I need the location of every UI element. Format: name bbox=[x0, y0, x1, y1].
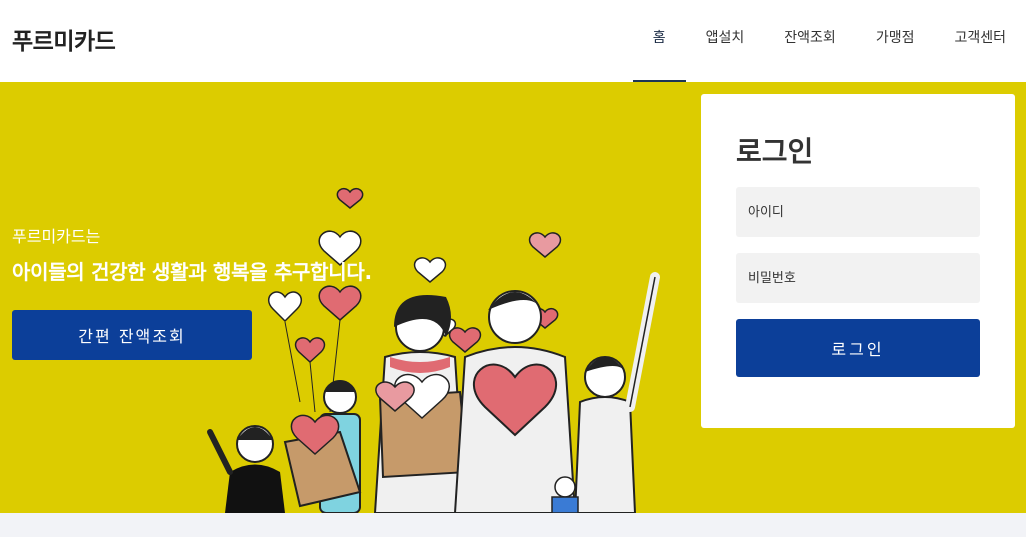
main-nav: 홈 앱설치 잔액조회 가맹점 고객센터 bbox=[632, 0, 1026, 82]
id-input[interactable] bbox=[736, 187, 980, 237]
password-input[interactable] bbox=[736, 253, 980, 303]
nav-item-home[interactable]: 홈 bbox=[632, 0, 686, 82]
login-panel: 로그인 로그인 bbox=[701, 94, 1015, 428]
site-logo[interactable]: 푸르미카드 bbox=[12, 22, 116, 56]
nav-item-balance-check[interactable]: 잔액조회 bbox=[764, 0, 856, 82]
family-hearts-illustration bbox=[207, 188, 660, 513]
nav-item-merchants[interactable]: 가맹점 bbox=[856, 0, 935, 82]
site-header: 푸르미카드 홈 앱설치 잔액조회 가맹점 고객센터 bbox=[0, 0, 1026, 82]
hero-title: 아이들의 건강한 생활과 행복을 추구합니다. bbox=[12, 260, 372, 284]
hero-subtitle: 푸르미카드는 bbox=[12, 227, 101, 246]
login-button[interactable]: 로그인 bbox=[736, 319, 980, 377]
login-title: 로그인 bbox=[736, 135, 814, 168]
nav-item-app-install[interactable]: 앱설치 bbox=[686, 0, 765, 82]
nav-item-customer-center[interactable]: 고객센터 bbox=[934, 0, 1026, 82]
